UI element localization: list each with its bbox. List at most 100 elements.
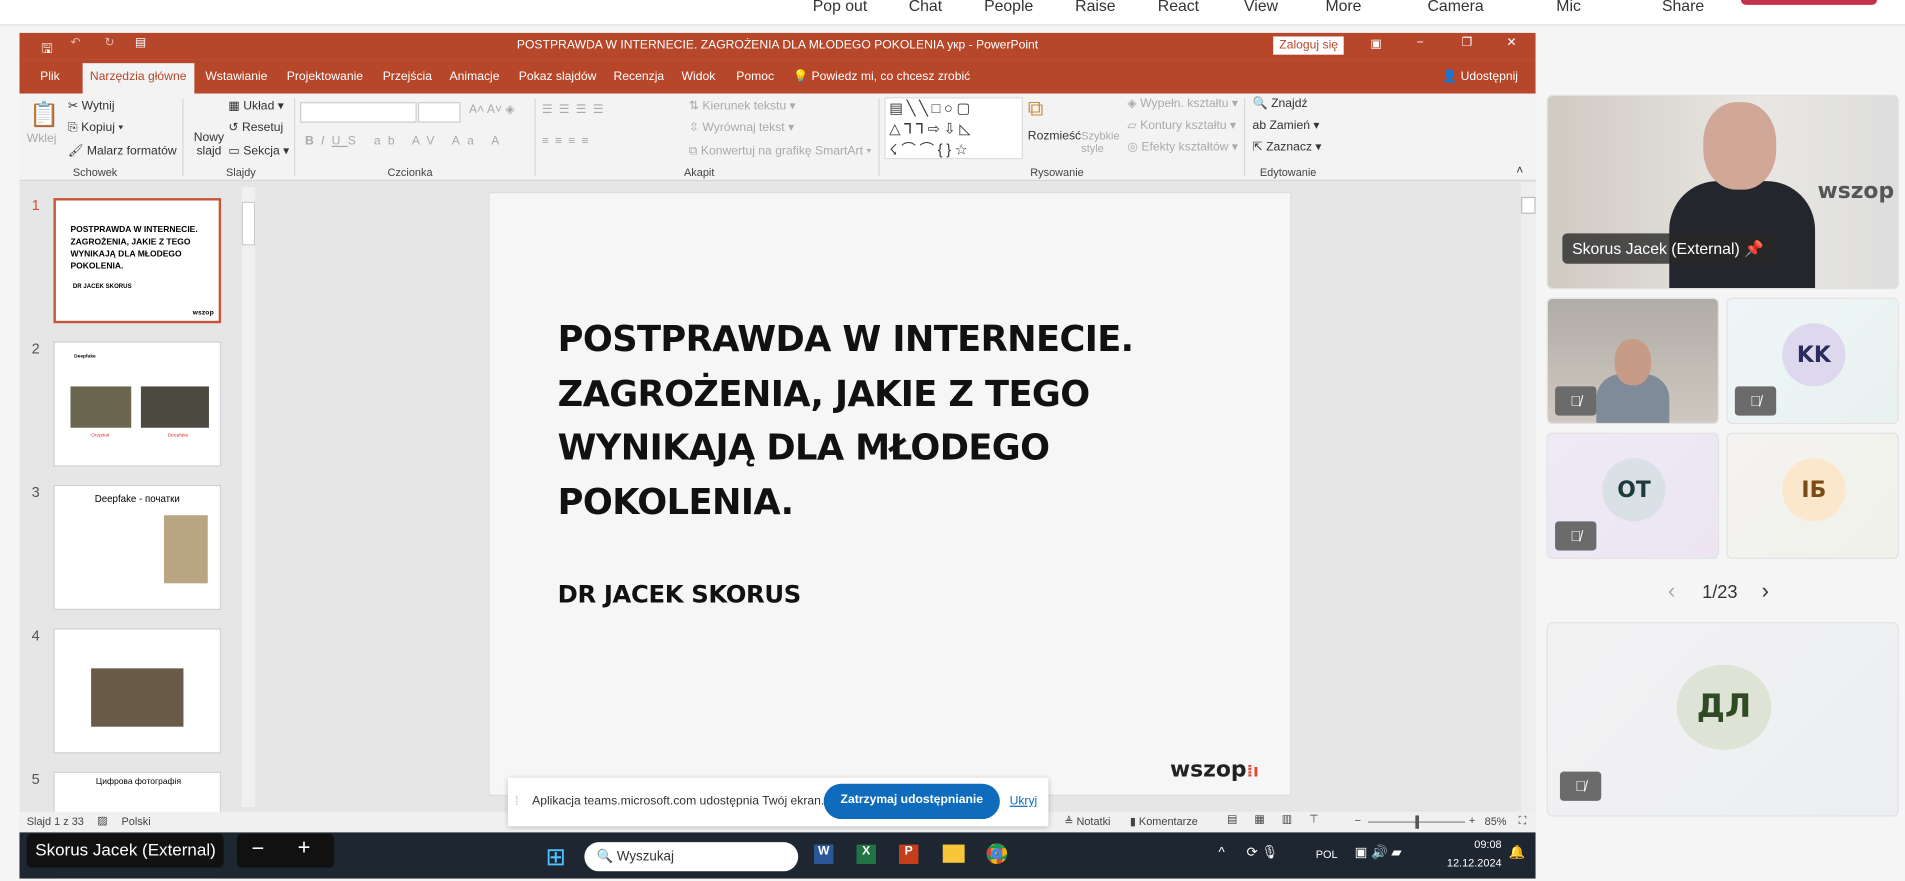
sign-in-button[interactable]: Zaloguj się xyxy=(1273,36,1345,55)
shape-effects-button[interactable]: ◎ Efekty kształtów ▾ xyxy=(1127,141,1238,154)
layout-button[interactable]: ▦ Układ ▾ xyxy=(228,100,283,113)
new-slide-button[interactable]: Nowy slajd xyxy=(191,131,227,158)
cut-button[interactable]: ✂ Wytnij xyxy=(68,100,115,113)
view-buttons[interactable]: ▤▦▥⊤ xyxy=(1227,813,1336,826)
pin-icon[interactable]: 📌 xyxy=(1744,239,1764,257)
clock-time[interactable]: 09:08 xyxy=(1453,838,1501,850)
word-icon[interactable]: W xyxy=(813,844,834,865)
shape-fill-button[interactable]: ◈ Wypełn. kształtu ▾ xyxy=(1127,97,1238,110)
tab-help[interactable]: Pomoc xyxy=(736,70,774,83)
tray-chevron-icon[interactable]: ^ xyxy=(1219,846,1225,861)
pop-out-button[interactable]: Pop out xyxy=(813,0,867,15)
file-explorer-icon[interactable] xyxy=(942,844,965,863)
paste-button[interactable]: Wklej xyxy=(27,132,57,145)
list-buttons[interactable]: ☰☰☰☰ xyxy=(542,103,610,116)
excel-icon[interactable]: X xyxy=(856,844,876,865)
smartart-button[interactable]: ⧉ Konwertuj na grafikę SmartArt ▾ xyxy=(689,145,872,158)
clock-date[interactable]: 12.12.2024 xyxy=(1431,857,1502,869)
zoom-in-button[interactable]: + xyxy=(1469,814,1475,826)
align-buttons[interactable]: ≡≡≡≡ xyxy=(542,135,595,148)
people-button[interactable]: People xyxy=(984,0,1033,15)
thumbnails-scrollbar[interactable] xyxy=(241,187,256,807)
replace-button[interactable]: ab Zamień ▾ xyxy=(1253,119,1320,132)
share-button[interactable]: Share xyxy=(1662,0,1704,15)
text-direction-button[interactable]: ⇅ Kierunek tekstu ▾ xyxy=(689,100,796,113)
collapse-ribbon-icon[interactable]: ˄ xyxy=(1516,164,1523,177)
stop-sharing-button[interactable]: Zatrzymaj udostępnianie xyxy=(823,783,1000,820)
react-button[interactable]: React xyxy=(1158,0,1199,15)
main-video-tile[interactable]: wszop Skorus Jacek (External) 📌 xyxy=(1546,94,1899,290)
zoom-out-overlay-button[interactable]: − xyxy=(251,836,264,862)
tab-design[interactable]: Projektowanie xyxy=(287,70,363,83)
zoom-in-overlay-button[interactable]: + xyxy=(298,835,311,861)
hide-banner-link[interactable]: Ukryj xyxy=(1010,795,1038,808)
drag-handle-icon[interactable]: ⁞ xyxy=(515,795,518,808)
tab-slideshow[interactable]: Pokaz slajdów xyxy=(519,70,597,83)
camera-button[interactable]: Camera xyxy=(1428,0,1484,15)
thumbnail-slide-4[interactable] xyxy=(53,628,222,754)
close-icon[interactable]: ✕ xyxy=(1506,36,1516,49)
chrome-icon[interactable] xyxy=(986,843,1008,865)
tab-file[interactable]: Plik xyxy=(40,70,60,83)
quick-styles-button[interactable]: Szybkie style xyxy=(1081,130,1120,154)
tray-network-volume-icon[interactable]: ▣ 🔊 ▰ xyxy=(1355,845,1402,861)
minimize-icon[interactable]: − xyxy=(1417,36,1424,49)
zoom-level[interactable]: 85% xyxy=(1485,815,1507,827)
participant-tile[interactable]: ІБ xyxy=(1726,432,1899,559)
thumbnail-slide-2[interactable]: Deepfake Oryginał Deepfake xyxy=(53,341,222,467)
tab-animations[interactable]: Animacje xyxy=(450,70,500,83)
zoom-slider[interactable] xyxy=(1367,815,1466,829)
find-button[interactable]: 🔍 Znajdź xyxy=(1253,97,1308,110)
chat-button[interactable]: Chat xyxy=(909,0,942,15)
mic-button[interactable]: Mic xyxy=(1556,0,1581,15)
notes-button[interactable]: ≜ Notatki xyxy=(1064,815,1110,828)
section-button[interactable]: ▭ Sekcja ▾ xyxy=(228,145,289,158)
view-button[interactable]: View xyxy=(1244,0,1278,15)
thumbnail-slide-3[interactable]: Deepfake - початки xyxy=(53,484,222,611)
comments-button[interactable]: ▮ Komentarze xyxy=(1130,815,1198,828)
more-button[interactable]: More xyxy=(1325,0,1361,15)
paste-icon[interactable]: 📋 xyxy=(29,100,59,130)
start-icon[interactable]: ⊞ xyxy=(545,842,565,872)
next-page-icon[interactable]: › xyxy=(1762,578,1769,604)
align-text-button[interactable]: ⇳ Wyrównaj tekst ▾ xyxy=(689,122,794,135)
tab-review[interactable]: Recenzja xyxy=(614,70,665,83)
font-size-select[interactable] xyxy=(417,102,461,123)
previous-page-icon[interactable]: ‹ xyxy=(1668,578,1675,604)
zoom-out-button[interactable]: − xyxy=(1355,814,1361,826)
powerpoint-icon[interactable]: P xyxy=(899,844,919,865)
fit-slide-icon[interactable]: ⛶ xyxy=(1519,814,1527,827)
shape-outline-button[interactable]: ▱ Kontury kształtu ▾ xyxy=(1127,119,1236,132)
copy-button[interactable]: ⎘ Kopiuj ▾ xyxy=(68,122,123,135)
raise-hand-button[interactable]: Raise xyxy=(1075,0,1115,15)
shapes-gallery[interactable]: ▤╲╲□○▢ △⅂⅂⇨⇩◺ ☇⌒⌒{}☆ xyxy=(884,97,1023,160)
participant-tile[interactable]: OT 🎙̸ xyxy=(1546,432,1720,559)
participant-tile[interactable]: ДЛ 🎙̸ xyxy=(1546,622,1899,817)
font-style-buttons[interactable]: BIUS ab AV Aa A xyxy=(305,135,507,148)
participant-tile[interactable]: KK 🎙̸ xyxy=(1726,297,1899,425)
tell-me-input[interactable]: Powiedz mi, co chcesz zrobić xyxy=(812,70,971,83)
participant-tile[interactable]: 🎙̸ xyxy=(1546,297,1720,425)
zoom-slider-thumb[interactable] xyxy=(1415,815,1420,829)
input-language[interactable]: POL xyxy=(1316,848,1338,860)
ribbon-display-icon[interactable]: ▣ xyxy=(1370,38,1381,51)
spellcheck-icon[interactable]: ▨ xyxy=(97,814,107,827)
tab-transitions[interactable]: Przejścia xyxy=(383,70,432,83)
arrange-button[interactable]: Rozmieść xyxy=(1028,130,1081,143)
tab-view[interactable]: Widok xyxy=(682,70,716,83)
font-family-select[interactable] xyxy=(300,102,417,123)
slide-scrollbar[interactable] xyxy=(1521,182,1536,812)
share-ppt-button[interactable]: 👤 Udostępnij xyxy=(1442,70,1518,83)
font-size-buttons[interactable]: A˄ A˅ ◈ xyxy=(469,103,515,116)
notification-bell-icon[interactable]: 🔔 xyxy=(1509,845,1526,861)
restore-icon[interactable]: ❐ xyxy=(1462,36,1473,49)
tab-insert[interactable]: Wstawianie xyxy=(205,70,267,83)
reset-button[interactable]: ↺ Resetuj xyxy=(228,122,283,135)
leave-button[interactable] xyxy=(1740,0,1878,5)
taskbar-search[interactable]: 🔍 Wyszukaj xyxy=(584,842,799,872)
tray-sync-icon[interactable]: ⟳ 🎙 xyxy=(1246,845,1278,861)
language-status[interactable]: Polski xyxy=(121,815,150,827)
select-button[interactable]: ⇱ Zaznacz ▾ xyxy=(1253,141,1322,154)
tab-home[interactable]: Narzędzia główne xyxy=(82,63,194,94)
slide-canvas[interactable]: POSTPRAWDA W INTERNECIE. ZAGROŻENIA, JAK… xyxy=(488,192,1292,796)
